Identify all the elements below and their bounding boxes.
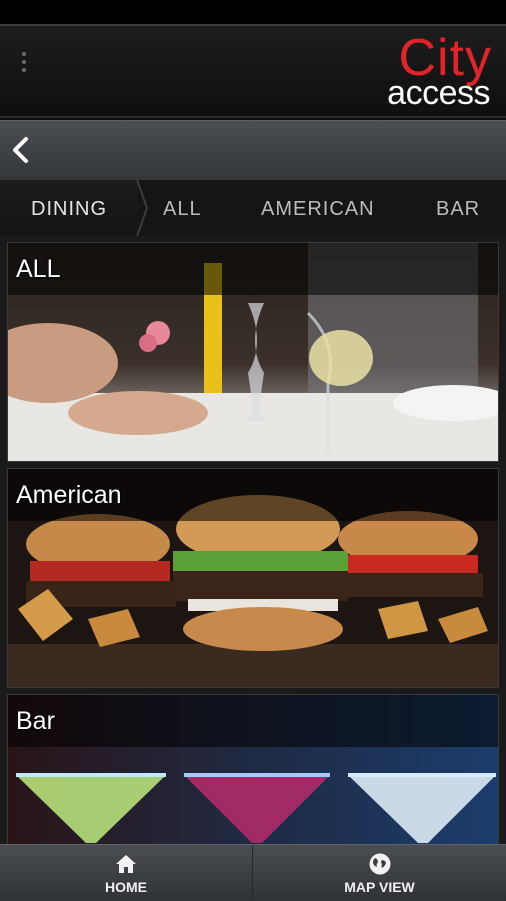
tab-american[interactable]: AMERICAN bbox=[261, 180, 375, 236]
category-tabs: DINING ALL AMERICAN BAR bbox=[0, 180, 506, 237]
category-card-label: American bbox=[16, 481, 122, 509]
category-list: ALL American Bar bbox=[0, 236, 506, 844]
home-button[interactable]: HOME bbox=[0, 845, 253, 901]
bottom-navigation: HOME MAP VIEW bbox=[0, 844, 506, 901]
home-icon bbox=[116, 855, 136, 873]
overflow-menu-icon[interactable] bbox=[17, 52, 31, 76]
app-header: City access bbox=[0, 24, 506, 118]
tab-all[interactable]: ALL bbox=[163, 180, 202, 236]
status-bar bbox=[0, 0, 506, 24]
tab-bar[interactable]: BAR bbox=[436, 180, 480, 236]
map-view-label: MAP VIEW bbox=[344, 879, 415, 895]
category-card-label: Bar bbox=[16, 707, 55, 735]
home-label: HOME bbox=[105, 879, 147, 895]
back-button[interactable] bbox=[6, 131, 42, 169]
category-card-all[interactable]: ALL bbox=[7, 242, 499, 462]
category-card-american[interactable]: American bbox=[7, 468, 499, 688]
chevron-left-icon bbox=[13, 137, 28, 163]
globe-icon bbox=[369, 853, 390, 875]
category-card-bar[interactable]: Bar bbox=[7, 694, 499, 844]
city-access-logo: City access bbox=[346, 32, 496, 112]
map-view-button[interactable]: MAP VIEW bbox=[253, 845, 506, 901]
category-card-label: ALL bbox=[16, 255, 61, 283]
tab-separator-chevron bbox=[136, 180, 149, 236]
tab-dining[interactable]: DINING bbox=[0, 180, 138, 236]
logo-access-text: access bbox=[387, 74, 490, 112]
navigation-bar bbox=[0, 120, 506, 180]
